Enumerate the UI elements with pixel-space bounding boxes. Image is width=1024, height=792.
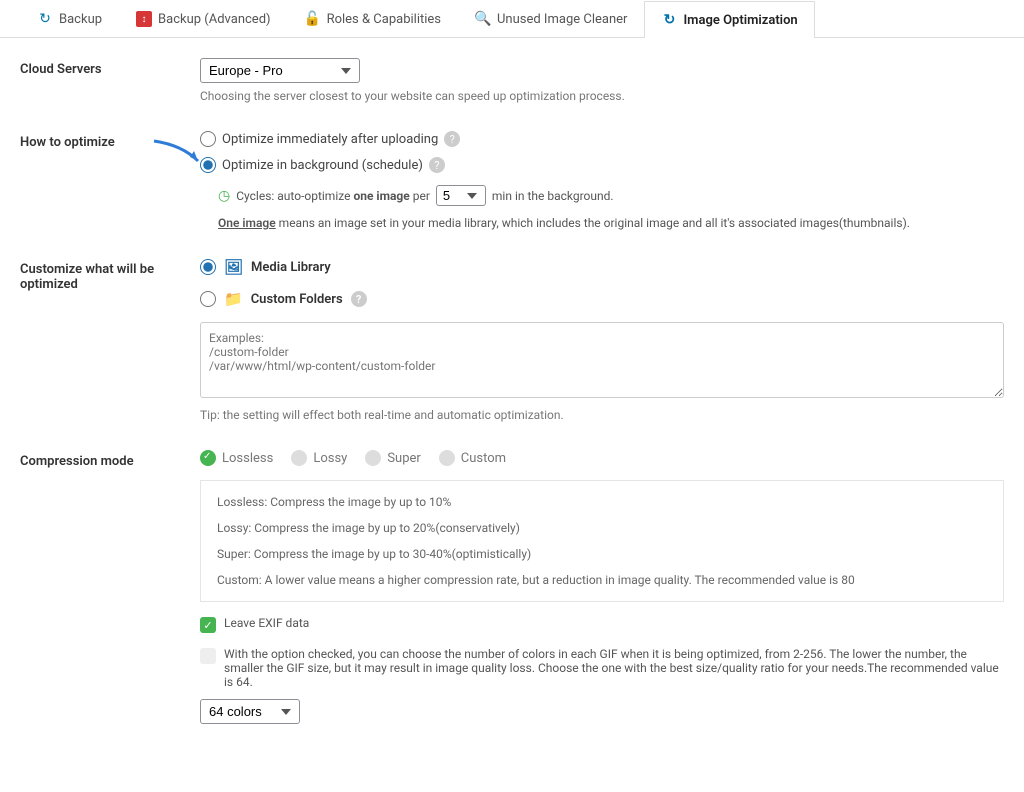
mode-lossy[interactable]: Lossy: [291, 450, 347, 466]
mode-lossless[interactable]: Lossless: [200, 450, 273, 466]
help-icon[interactable]: ?: [351, 291, 367, 307]
gif-colors-select[interactable]: 64 colors: [200, 699, 300, 724]
custom-folders-textarea[interactable]: [200, 322, 1004, 398]
tab-roles[interactable]: 🔓Roles & Capabilities: [288, 0, 458, 37]
radio-media-library[interactable]: [200, 259, 216, 275]
pointer-arrow-icon: [152, 139, 204, 169]
tab-image-optimization[interactable]: ↻Image Optimization: [644, 1, 814, 38]
cloud-help-text: Choosing the server closest to your webs…: [200, 89, 1004, 103]
tabs-bar: ↻Backup ↕Backup (Advanced) 🔓Roles & Capa…: [0, 0, 1024, 38]
advanced-icon: ↕: [136, 11, 152, 27]
tab-backup[interactable]: ↻Backup: [20, 0, 119, 37]
customize-tip: Tip: the setting will effect both real-t…: [200, 408, 1004, 422]
radio-custom-folders[interactable]: [200, 291, 216, 307]
refresh-icon: ↻: [37, 11, 53, 27]
tab-unused-cleaner[interactable]: 🔍Unused Image Cleaner: [458, 0, 644, 37]
clock-icon: ◷: [218, 188, 230, 204]
checkbox-exif[interactable]: ✓: [200, 617, 216, 633]
one-image-note: One image means an image set in your med…: [218, 216, 1004, 230]
cycles-minutes-select[interactable]: 5: [436, 185, 486, 206]
help-icon[interactable]: ?: [429, 157, 445, 173]
compression-descriptions: Lossless: Compress the image by up to 10…: [200, 480, 1004, 602]
cycles-line: ◷ Cycles: auto-optimize one image per 5 …: [218, 185, 1004, 206]
refresh-icon: ↻: [661, 12, 677, 28]
tab-backup-advanced[interactable]: ↕Backup (Advanced): [119, 0, 288, 37]
compression-mode-options: Lossless Lossy Super Custom: [200, 450, 1004, 466]
content-area: Cloud Servers Europe - Pro Choosing the …: [0, 38, 1024, 792]
mode-super[interactable]: Super: [365, 450, 420, 466]
magnify-icon: 🔍: [475, 11, 491, 27]
cloud-server-select[interactable]: Europe - Pro: [200, 58, 360, 83]
mode-custom[interactable]: Custom: [439, 450, 506, 466]
label-customize: Customize what will be optimized: [20, 258, 200, 422]
folder-icon: 📁: [224, 290, 243, 308]
check-icon: [200, 450, 216, 466]
media-library-icon: 🖼: [224, 258, 243, 276]
checkbox-gif-colors[interactable]: [200, 648, 216, 664]
label-cloud-servers: Cloud Servers: [20, 58, 200, 103]
lock-icon: 🔓: [305, 11, 321, 27]
label-compression-mode: Compression mode: [20, 450, 200, 724]
help-icon[interactable]: ?: [444, 131, 460, 147]
